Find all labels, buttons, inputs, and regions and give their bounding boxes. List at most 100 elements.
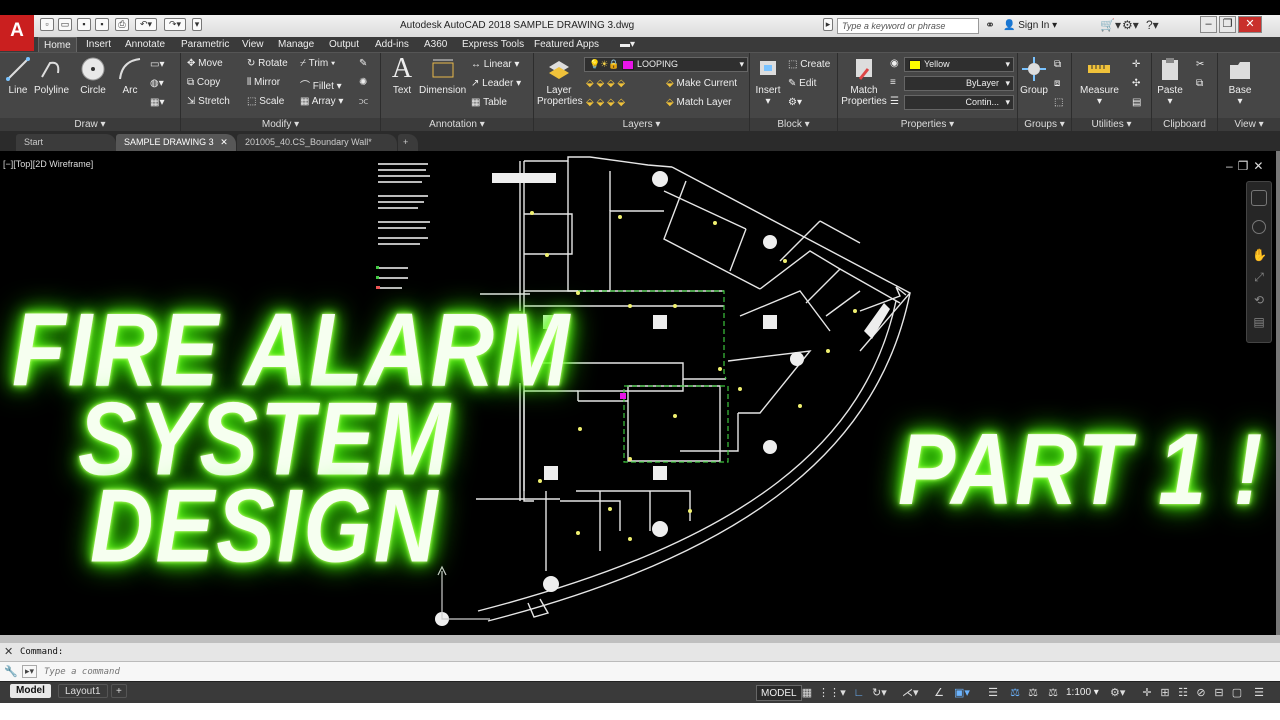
ortho-icon[interactable]: ∟	[852, 686, 866, 700]
draw-panel-label[interactable]: Draw ▾	[0, 118, 180, 131]
quick-properties-icon[interactable]: ☷	[1176, 686, 1190, 700]
block-panel-label[interactable]: Block ▾	[750, 118, 837, 131]
erase-tool[interactable]: ✎	[359, 58, 367, 69]
linetype-dropdown[interactable]: Contin... ▾	[904, 95, 1014, 110]
hardware-acceleration-icon[interactable]: ⊟	[1212, 686, 1226, 700]
customization-menu-icon[interactable]: ☰	[1252, 686, 1266, 700]
tab-parametric[interactable]: Parametric	[181, 37, 229, 52]
tab-manage[interactable]: Manage	[278, 37, 314, 52]
open-file-icon[interactable]: ▭	[58, 18, 72, 31]
command-line[interactable]: 🔧 ▸▾	[0, 661, 1280, 681]
layout1-tab[interactable]: Layout1	[58, 684, 108, 698]
grid-icon[interactable]: ▦	[800, 686, 814, 700]
customize-icon[interactable]: 🔧	[4, 665, 18, 678]
circle-button[interactable]: Circle	[79, 55, 107, 96]
maximize-button[interactable]: ❐	[1219, 16, 1236, 33]
minimize-button[interactable]: –	[1200, 16, 1217, 33]
edit-block-button[interactable]: ✎ Edit	[788, 78, 816, 89]
lineweight-dropdown[interactable]: ByLayer ▾	[904, 76, 1014, 91]
showmotion-icon[interactable]: ▤	[1252, 315, 1266, 329]
calculator-tool[interactable]: ▤	[1132, 97, 1141, 108]
units-icon[interactable]: ⊞	[1158, 686, 1172, 700]
pan-icon[interactable]: ✋	[1252, 248, 1267, 262]
group-button[interactable]: Group	[1020, 55, 1048, 96]
base-view-button[interactable]: Base ▾	[1226, 55, 1254, 107]
tab-view[interactable]: View	[242, 37, 264, 52]
help-icon[interactable]: ?▾	[1146, 18, 1159, 32]
groups-panel-label[interactable]: Groups ▾	[1018, 118, 1071, 131]
sign-in-link[interactable]: 👤 Sign In ▾	[1003, 20, 1057, 31]
help-search-icon[interactable]: ⚭	[985, 18, 995, 32]
modify-panel-label[interactable]: Modify ▾	[181, 118, 380, 131]
ungroup-tool[interactable]: ⧉	[1054, 59, 1061, 70]
redo-icon[interactable]: ↷▾	[164, 18, 186, 31]
command-window-grip[interactable]	[0, 635, 1280, 643]
linear-button[interactable]: ↔ Linear ▾	[471, 59, 519, 70]
view-panel-label[interactable]: View ▾	[1218, 118, 1280, 131]
command-input[interactable]	[44, 664, 644, 679]
tab-home[interactable]: Home	[38, 37, 77, 52]
measure-button[interactable]: Measure ▾	[1080, 55, 1119, 107]
cart-icon[interactable]: 🛒▾	[1100, 18, 1121, 32]
gradient-tool[interactable]: ▦▾	[150, 97, 164, 108]
rectangle-tool[interactable]: ▭▾	[150, 59, 164, 70]
properties-panel-label[interactable]: Properties ▾	[838, 118, 1017, 131]
auto-scale-icon[interactable]: ⚖	[1026, 686, 1040, 700]
block-attributes-tool[interactable]: ⚙▾	[788, 97, 802, 108]
snap-tool[interactable]: ✣	[1132, 78, 1140, 89]
tab-express-tools[interactable]: Express Tools	[462, 37, 524, 52]
zoom-icon[interactable]: ⤢	[1252, 270, 1266, 285]
close-button[interactable]: ✕	[1238, 16, 1262, 33]
mirror-button[interactable]: ⫴ Mirror	[247, 77, 280, 88]
dimension-button[interactable]: Dimension	[419, 55, 466, 96]
canvas-scrollbar[interactable]	[1276, 151, 1280, 635]
tab-featured-apps[interactable]: Featured Apps	[534, 37, 599, 52]
search-input[interactable]: Type a keyword or phrase	[837, 18, 979, 34]
tab-a360[interactable]: A360	[424, 37, 447, 52]
text-button[interactable]: A Text	[388, 55, 416, 97]
clipboard-panel-label[interactable]: Clipboard	[1152, 118, 1217, 131]
save-icon[interactable]: ▪	[77, 18, 91, 31]
object-snap-tracking-icon[interactable]: ∠	[932, 686, 946, 700]
quick-access-dropdown-icon[interactable]: ▾	[192, 18, 202, 31]
application-menu-button[interactable]: A	[0, 15, 34, 51]
layer-dropdown[interactable]: 💡☀🔒 LOOPING ▾	[584, 57, 748, 72]
undo-icon[interactable]: ↶▾	[135, 18, 157, 31]
polyline-button[interactable]: Polyline	[34, 55, 69, 96]
tab-output[interactable]: Output	[329, 37, 359, 52]
add-layout-button[interactable]: +	[111, 684, 127, 698]
stretch-button[interactable]: ⇲ Stretch	[187, 96, 230, 107]
polar-tracking-icon[interactable]: ↻▾	[872, 686, 887, 700]
match-layer-button[interactable]: ⬙ Match Layer	[666, 97, 732, 108]
snap-mode-icon[interactable]: ⋮⋮	[818, 686, 840, 700]
isodraft-icon[interactable]: ⋌▾	[902, 686, 919, 700]
leader-button[interactable]: ↗ Leader ▾	[471, 78, 521, 89]
utilities-panel-label[interactable]: Utilities ▾	[1072, 118, 1151, 131]
info-dropdown-icon[interactable]: ▸	[823, 18, 833, 31]
print-icon[interactable]: ⎙	[115, 18, 129, 31]
orbit-icon[interactable]: ⟲	[1252, 293, 1266, 307]
ribbon-state-icon[interactable]: ▬▾	[620, 37, 635, 52]
copy-clip-icon[interactable]: ⧉	[1196, 78, 1203, 89]
drawing-canvas[interactable]: [−][Top][2D Wireframe] –❐✕ ✋ ⤢ ⟲ ▤ FIRE …	[0, 151, 1276, 635]
make-current-button[interactable]: ⬙ Make Current	[666, 78, 737, 89]
tab-annotate[interactable]: Annotate	[125, 37, 165, 52]
offset-tool[interactable]: ⫗	[359, 96, 368, 107]
file-tab-start[interactable]: Start	[16, 134, 116, 151]
layer-tools-row-1[interactable]: ⬙ ⬙ ⬙ ⬙	[586, 78, 625, 89]
file-tab-sample-drawing[interactable]: SAMPLE DRAWING 3 ✕	[116, 134, 236, 151]
paste-button[interactable]: Paste ▾	[1156, 55, 1184, 107]
annotation-scale-icon[interactable]: ⚖	[1046, 686, 1060, 700]
tab-add-ins[interactable]: Add-ins	[375, 37, 409, 52]
save-as-icon[interactable]: ▪	[95, 18, 109, 31]
exchange-icon[interactable]: ⚙▾	[1122, 18, 1139, 32]
close-command-icon[interactable]: ✕	[4, 645, 13, 658]
fillet-button[interactable]: ⌒ Fillet ▾	[300, 77, 342, 92]
point-tool[interactable]: ✛	[1132, 59, 1140, 70]
insert-button[interactable]: Insert ▾	[754, 55, 782, 107]
model-space-toggle[interactable]: MODEL	[756, 685, 802, 701]
color-dropdown[interactable]: Yellow ▾	[904, 57, 1014, 72]
arc-button[interactable]: Arc	[116, 55, 144, 96]
new-tab-button[interactable]: +	[398, 134, 418, 151]
clean-screen-icon[interactable]: ▢	[1230, 686, 1244, 700]
